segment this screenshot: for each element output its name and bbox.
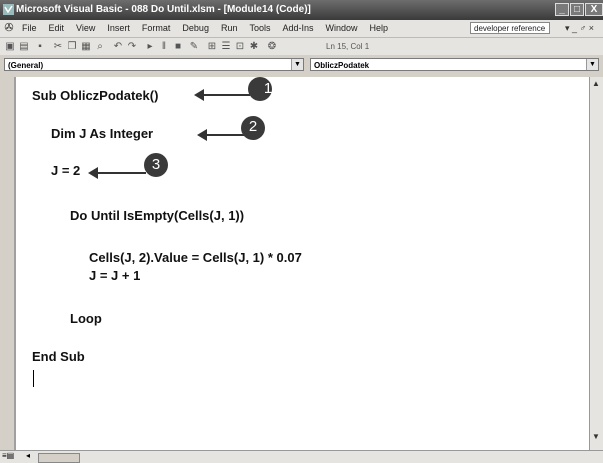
scroll-left-icon[interactable]: ◂ [26, 451, 30, 460]
maximize-button[interactable]: □ [570, 3, 584, 16]
redo-icon[interactable]: ↷ [126, 41, 138, 53]
vba-app-icon [3, 4, 14, 15]
scroll-up-icon[interactable]: ▲ [592, 79, 600, 88]
properties-icon[interactable]: ☰ [220, 41, 232, 53]
margin-indicator-bar[interactable] [0, 77, 14, 450]
object-browser-icon[interactable]: ⊡ [234, 41, 246, 53]
menu-help[interactable]: Help [370, 20, 389, 37]
paste-icon[interactable]: ▦ [80, 41, 92, 53]
break-icon[interactable]: ‖ [158, 41, 170, 53]
object-dropdown-value: (General) [8, 61, 44, 70]
menu-bar: ✇ File Edit View Insert Format Debug Run… [0, 20, 603, 37]
code-line-cells-value[interactable]: Cells(J, 2).Value = Cells(J, 1) * 0.07 [89, 250, 302, 265]
text-caret [33, 370, 34, 387]
run-icon[interactable]: ▸ [144, 41, 156, 53]
close-button[interactable]: X [585, 3, 603, 16]
code-line-loop[interactable]: Loop [70, 311, 102, 326]
menu-edit[interactable]: Edit [49, 20, 65, 37]
callout-number-1: 1 [263, 80, 273, 97]
menu-run[interactable]: Run [221, 20, 238, 37]
standard-toolbar: ▣ ▤ ▪ ✂ ❐ ▦ ⌕ ↶ ↷ ▸ ‖ ■ ✎ ⊞ ☰ ⊡ ✱ ❂ Ln 1… [0, 37, 603, 56]
copy-icon[interactable]: ❐ [66, 41, 78, 53]
cursor-position: Ln 15, Col 1 [326, 42, 370, 51]
code-line-end-sub[interactable]: End Sub [32, 349, 85, 364]
vertical-scrollbar[interactable]: ▲ ▼ [589, 77, 603, 450]
procedure-dropdown[interactable]: ObliczPodatek ▼ [310, 58, 599, 71]
procedure-dropdown-value: ObliczPodatek [314, 61, 370, 70]
menu-window[interactable]: Window [326, 20, 358, 37]
procedure-view-icon[interactable]: ≡▤ [2, 451, 14, 460]
design-mode-icon[interactable]: ✎ [188, 41, 200, 53]
code-window-combos: (General) ▼ ObliczPodatek ▼ [0, 55, 603, 77]
object-dropdown[interactable]: (General) ▼ [4, 58, 304, 71]
code-line-sub[interactable]: Sub ObliczPodatek() [32, 88, 158, 103]
menu-file[interactable]: File [22, 20, 37, 37]
reset-icon[interactable]: ■ [172, 41, 184, 53]
excel-view-icon[interactable]: ▣ [4, 41, 16, 53]
code-line-dim[interactable]: Dim J As Integer [51, 126, 153, 141]
menu-debug[interactable]: Debug [182, 20, 209, 37]
window-title: Microsoft Visual Basic - 088 Do Until.xl… [16, 4, 311, 15]
code-line-assign[interactable]: J = 2 [51, 163, 80, 178]
undo-icon[interactable]: ↶ [112, 41, 124, 53]
menu-insert[interactable]: Insert [107, 20, 130, 37]
save-icon[interactable]: ▪ [34, 41, 46, 53]
title-bar: Microsoft Visual Basic - 088 Do Until.xl… [0, 0, 603, 20]
callout-number-2: 2 [248, 118, 258, 135]
horizontal-scrollbar[interactable]: ≡▤ ◂ [0, 450, 603, 463]
code-line-increment[interactable]: J = J + 1 [89, 268, 140, 283]
vba-menu-icon: ✇ [4, 22, 14, 34]
vbe-window: Microsoft Visual Basic - 088 Do Until.xl… [0, 0, 603, 463]
scrollbar-thumb[interactable] [38, 453, 80, 463]
insert-module-icon[interactable]: ▤ [18, 41, 30, 53]
menu-format[interactable]: Format [142, 20, 171, 37]
minimize-button[interactable]: _ [555, 3, 569, 16]
mdi-window-controls[interactable]: ▾ _ ♂ × [565, 20, 594, 37]
menu-add-ins[interactable]: Add-Ins [282, 20, 313, 37]
cut-icon[interactable]: ✂ [52, 41, 64, 53]
scroll-down-icon[interactable]: ▼ [592, 432, 600, 441]
help-icon[interactable]: ❂ [266, 41, 278, 53]
help-search-input[interactable]: developer reference [470, 22, 550, 34]
project-explorer-icon[interactable]: ⊞ [206, 41, 218, 53]
code-line-do-until[interactable]: Do Until IsEmpty(Cells(J, 1)) [70, 208, 244, 223]
menu-view[interactable]: View [76, 20, 95, 37]
chevron-down-icon[interactable]: ▼ [586, 59, 598, 70]
toolbox-icon[interactable]: ✱ [248, 41, 260, 53]
find-icon[interactable]: ⌕ [94, 41, 106, 53]
chevron-down-icon[interactable]: ▼ [291, 59, 303, 70]
menu-tools[interactable]: Tools [249, 20, 270, 37]
callout-number-3: 3 [151, 156, 161, 173]
